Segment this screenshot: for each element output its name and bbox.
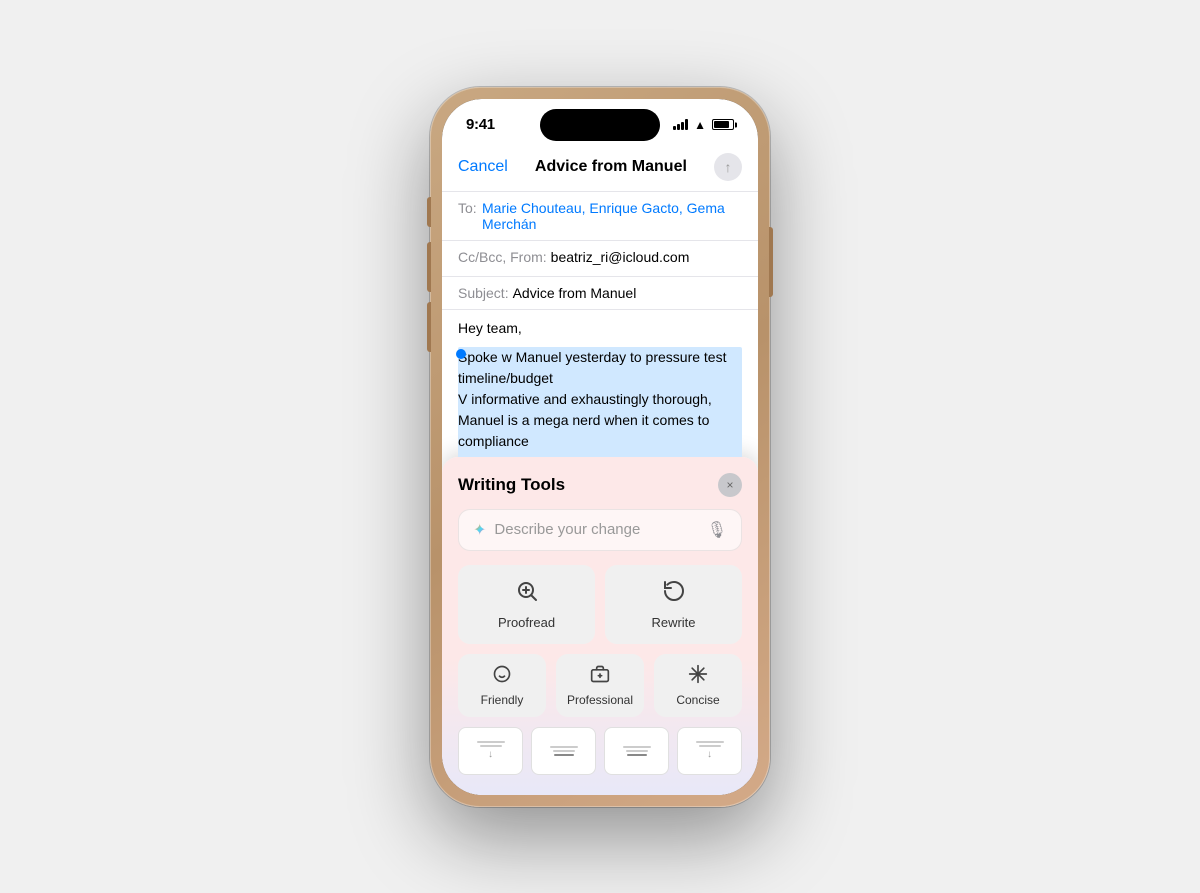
wifi-icon: ▲ — [694, 118, 706, 132]
cc-label: Cc/Bcc, From: — [458, 249, 547, 265]
mail-body[interactable]: Hey team, Spoke w Manuel yesterday to pr… — [442, 310, 758, 457]
to-field[interactable]: To: Marie Chouteau, Enrique Gacto, Gema … — [442, 192, 758, 241]
concise-icon — [688, 664, 708, 689]
cc-field[interactable]: Cc/Bcc, From: beatriz_ri@icloud.com — [442, 241, 758, 277]
proofread-button[interactable]: Proofread — [458, 565, 595, 644]
professional-label: Professional — [567, 693, 633, 707]
to-value: Marie Chouteau, Enrique Gacto, Gema Merc… — [482, 200, 742, 232]
concise-label: Concise — [676, 693, 719, 707]
subject-field[interactable]: Subject: Advice from Manuel — [442, 277, 758, 310]
phone-frame: 9:41 ▲ — [430, 87, 770, 807]
friendly-button[interactable]: Friendly — [458, 654, 546, 717]
professional-button[interactable]: Professional — [556, 654, 644, 717]
thumbnail-2[interactable] — [531, 727, 596, 775]
rewrite-label: Rewrite — [651, 615, 695, 630]
battery-icon — [712, 119, 734, 130]
friendly-label: Friendly — [481, 693, 524, 707]
status-icons: ▲ — [673, 118, 734, 132]
to-label: To: — [458, 200, 478, 216]
thumbnail-3[interactable] — [604, 727, 669, 775]
screen-content: 9:41 ▲ — [442, 99, 758, 795]
describe-change-placeholder: Describe your change — [494, 521, 706, 538]
cancel-button[interactable]: Cancel — [458, 158, 508, 176]
selection-handle — [456, 349, 466, 359]
rewrite-icon — [662, 579, 686, 609]
writing-tools-input-row[interactable]: ✦ Describe your change 🎙 — [458, 509, 742, 551]
proofread-label: Proofread — [498, 615, 555, 630]
send-icon: ↑ — [725, 159, 732, 175]
power-button[interactable] — [769, 227, 773, 297]
writing-tools-thumbnails: ↓ — [458, 727, 742, 779]
apple-intelligence-icon: ✦ — [473, 520, 486, 540]
thumb-arrow-down-1: ↓ — [488, 749, 493, 760]
mail-compose: Cancel Advice from Manuel ↑ To: Marie Ch… — [442, 143, 758, 795]
writing-tools-header: Writing Tools × — [458, 473, 742, 497]
subject-label: Subject: — [458, 285, 509, 301]
writing-tools-small-buttons: Friendly Professiona — [458, 654, 742, 717]
signal-icon — [673, 119, 688, 130]
writing-tools-title: Writing Tools — [458, 475, 565, 495]
thumbnail-1[interactable]: ↓ — [458, 727, 523, 775]
cc-value: beatriz_ri@icloud.com — [551, 249, 742, 265]
phone-screen: 9:41 ▲ — [442, 99, 758, 795]
selected-text-content: Spoke w Manuel yesterday to pressure tes… — [458, 349, 740, 457]
mute-button[interactable] — [427, 197, 431, 227]
mail-header: Cancel Advice from Manuel ↑ — [442, 143, 758, 192]
subject-value: Advice from Manuel — [513, 285, 742, 301]
mail-title: Advice from Manuel — [535, 158, 687, 176]
writing-tools-panel: Writing Tools × ✦ Describe your change 🎙 — [442, 457, 758, 795]
writing-tools-close-button[interactable]: × — [718, 473, 742, 497]
status-time: 9:41 — [466, 116, 495, 133]
body-greeting: Hey team, — [458, 318, 742, 339]
selected-body-text: Spoke w Manuel yesterday to pressure tes… — [458, 347, 742, 457]
volume-up-button[interactable] — [427, 242, 431, 292]
volume-down-button[interactable] — [427, 302, 431, 352]
rewrite-button[interactable]: Rewrite — [605, 565, 742, 644]
close-icon: × — [726, 478, 733, 492]
microphone-icon[interactable]: 🎙 — [707, 520, 727, 540]
friendly-icon — [492, 664, 512, 689]
dynamic-island — [540, 109, 660, 141]
concise-button[interactable]: Concise — [654, 654, 742, 717]
professional-icon — [590, 664, 610, 689]
thumbnail-4[interactable]: ↓ — [677, 727, 742, 775]
send-button[interactable]: ↑ — [714, 153, 742, 181]
proofread-icon — [515, 579, 539, 609]
thumb-arrow-down-4: ↓ — [707, 749, 712, 760]
writing-tools-large-buttons: Proofread Rewrite — [458, 565, 742, 644]
